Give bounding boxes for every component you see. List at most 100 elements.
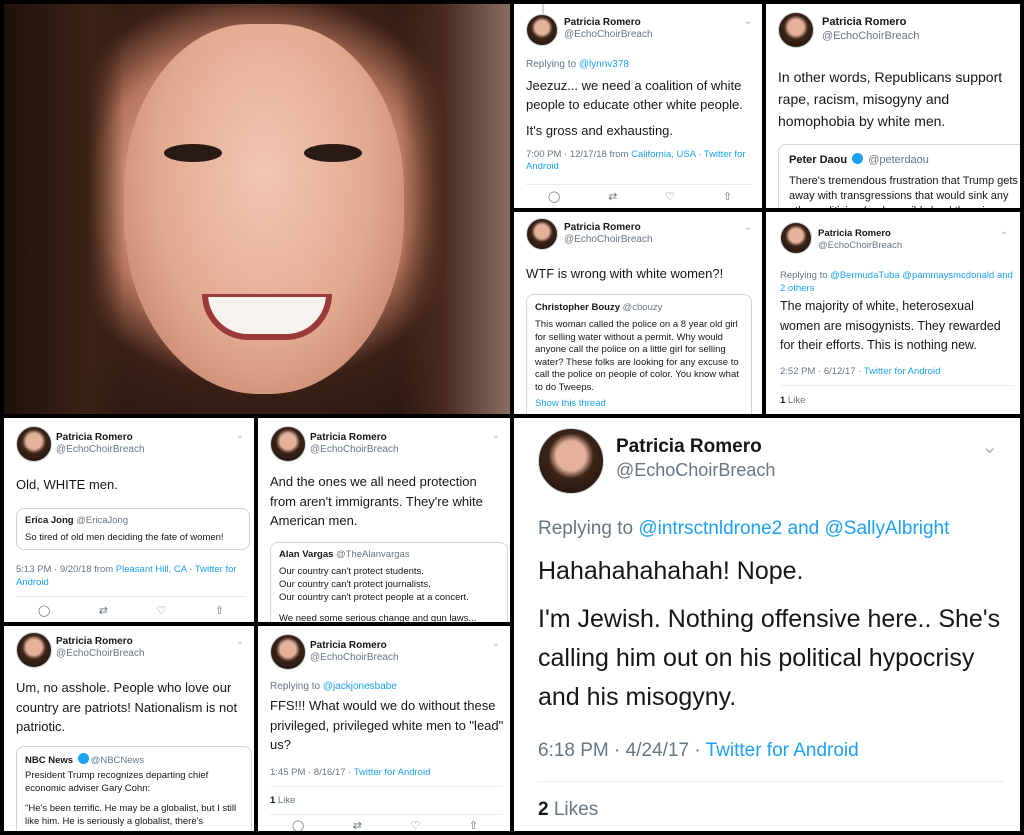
retweet-icon[interactable]: ⇄ [353,819,362,831]
tweet-time: 1:45 PM · 8/16/17 · [270,767,354,778]
quoted-author-handle: @NBCNews [90,755,145,766]
reply-to-link[interactable]: @jackjonesbabe [323,681,397,692]
share-icon[interactable]: ⇧ [469,819,478,831]
author-handle[interactable]: @EchoChoirBreach [564,234,653,245]
quoted-line-4: We need some serious change and gun laws… [279,613,477,622]
replying-to-prefix: Replying to [538,518,639,539]
source-link[interactable]: Twitter for Android [354,767,431,778]
tweet-card-3[interactable]: Patricia Romero @EchoChoirBreach ⌄ WTF i… [514,212,762,414]
profile-photo [4,4,510,414]
reply-icon[interactable]: ◯ [548,190,560,203]
author-name[interactable]: Patricia Romero [616,436,762,458]
avatar[interactable] [526,218,558,250]
likes-count[interactable]: 1 Like [780,395,805,406]
quoted-tweet[interactable]: Alan Vargas @TheAlanvargas Our country c… [270,542,508,622]
tweet-text: FFS!!! What would we do without these pr… [270,698,504,752]
quoted-author-handle: @EricaJong [76,515,129,526]
reply-icon[interactable]: ◯ [292,819,304,831]
author-handle[interactable]: @EchoChoirBreach [310,652,399,663]
author-name[interactable]: Patricia Romero [310,640,387,651]
chevron-down-icon[interactable]: ⌄ [236,636,244,647]
author-name[interactable]: Patricia Romero [564,17,641,28]
action-bar: ◯ ⇄ ♡ ⇧ [38,604,224,617]
reply-to-link[interactable]: @lynnv378 [579,59,629,70]
likes-count[interactable]: 2 Likes [538,799,598,821]
retweet-icon[interactable]: ⇄ [99,604,108,617]
divider [16,596,246,597]
meta-sep: · [695,149,704,160]
author-name[interactable]: Patricia Romero [56,432,133,443]
avatar[interactable] [780,222,812,254]
show-thread-link[interactable]: Show this thread [535,398,743,409]
tweet-card-2[interactable]: Patricia Romero @EchoChoirBreach In othe… [766,4,1020,208]
tweet-card-1[interactable]: Patricia Romero @EchoChoirBreach ⌄ Reply… [514,4,762,208]
heart-icon[interactable]: ♡ [156,604,166,617]
location-link[interactable]: Pleasant Hill, CA [116,564,187,575]
likes-label: Likes [548,799,599,820]
author-handle[interactable]: @EchoChoirBreach [818,240,902,251]
quoted-tweet[interactable]: Peter Daou @peterdaou There's tremendous… [778,144,1020,208]
likes-count[interactable]: 1 Like [270,795,295,806]
avatar[interactable] [16,426,52,462]
avatar[interactable] [778,12,814,48]
verified-badge-icon [852,153,864,164]
quoted-author-name: NBC News [25,755,74,766]
chevron-down-icon[interactable]: ⌄ [492,430,500,441]
tweet-card-8[interactable]: Patricia Romero @EchoChoirBreach ⌄ Um, n… [4,626,254,831]
share-icon[interactable]: ⇧ [215,604,224,617]
tweet-time: 2:52 PM · 6/12/17 · [780,366,864,377]
tweet-card-9[interactable]: Patricia Romero @EchoChoirBreach ⌄ Reply… [258,626,510,831]
chevron-down-icon[interactable]: ⌄ [744,16,752,27]
tweet-card-6[interactable]: Patricia Romero @EchoChoirBreach ⌄ And t… [258,418,510,622]
quoted-tweet[interactable]: Erica Jong @EricaJong So tired of old me… [16,508,250,550]
quoted-tweet[interactable]: Christopher Bouzy @cbouzy This woman cal… [526,294,752,414]
chevron-down-icon[interactable]: ⌄ [1000,226,1008,237]
reply-icon[interactable]: ◯ [38,604,50,617]
quoted-tweet[interactable]: NBC News @NBCNews President Trump recogn… [16,746,252,831]
tweet-card-4[interactable]: Patricia Romero @EchoChoirBreach ⌄ Reply… [766,212,1020,414]
author-name[interactable]: Patricia Romero [310,432,387,443]
author-handle[interactable]: @EchoChoirBreach [564,29,653,40]
chevron-down-icon[interactable]: ⌄ [744,222,752,233]
tweet-card-5[interactable]: Patricia Romero @EchoChoirBreach ⌄ Old, … [4,418,254,622]
location-link[interactable]: California, USA [631,149,695,160]
quoted-line-1: President Trump recognizes departing chi… [25,770,209,794]
replying-to: Replying to @BermudaTuba @pammaysmcdonal… [780,269,1016,295]
reply-to-link[interactable]: @intrsctnldrone2 and @SallyAlbright [638,518,949,539]
author-handle[interactable]: @EchoChoirBreach [616,460,775,481]
author-handle[interactable]: @EchoChoirBreach [56,444,145,455]
avatar[interactable] [270,634,306,670]
author-name[interactable]: Patricia Romero [564,222,641,233]
quoted-text: So tired of old men deciding the fate of… [25,532,224,543]
author-handle[interactable]: @EchoChoirBreach [822,30,919,42]
chevron-down-icon[interactable]: ⌄ [236,430,244,441]
photo-face [124,24,404,394]
heart-icon[interactable]: ♡ [410,819,420,831]
chevron-down-icon[interactable]: ⌄ [981,434,998,459]
tweet-card-7[interactable]: Patricia Romero @EchoChoirBreach ⌄ Reply… [514,418,1020,831]
tweet-text-2: I'm Jewish. Nothing offensive here.. She… [538,605,1001,711]
avatar[interactable] [270,426,306,462]
tweet-time: 7:00 PM · 12/17/18 from [526,149,632,160]
author-name[interactable]: Patricia Romero [818,228,891,239]
quoted-author-name: Christopher Bouzy [535,302,620,313]
author-handle[interactable]: @EchoChoirBreach [56,648,145,659]
avatar[interactable] [538,428,604,494]
author-name[interactable]: Patricia Romero [56,636,133,647]
quoted-text: This woman called the police on a 8 year… [535,319,739,393]
replying-to-prefix: Replying to [780,270,831,281]
photo-eye-right [304,144,362,162]
quoted-author-name: Peter Daou [789,154,848,166]
heart-icon[interactable]: ♡ [665,190,675,203]
avatar[interactable] [526,14,558,46]
avatar[interactable] [16,632,52,668]
author-handle[interactable]: @EchoChoirBreach [310,444,399,455]
author-name[interactable]: Patricia Romero [822,16,906,28]
quoted-author-handle: @TheAlanvargas [336,549,410,560]
source-link[interactable]: Twitter for Android [864,366,941,377]
share-icon[interactable]: ⇧ [723,190,732,203]
replying-to: Replying to @jackjonesbabe [270,681,397,692]
chevron-down-icon[interactable]: ⌄ [492,638,500,649]
source-link[interactable]: Twitter for Android [706,740,859,761]
retweet-icon[interactable]: ⇄ [608,190,617,203]
